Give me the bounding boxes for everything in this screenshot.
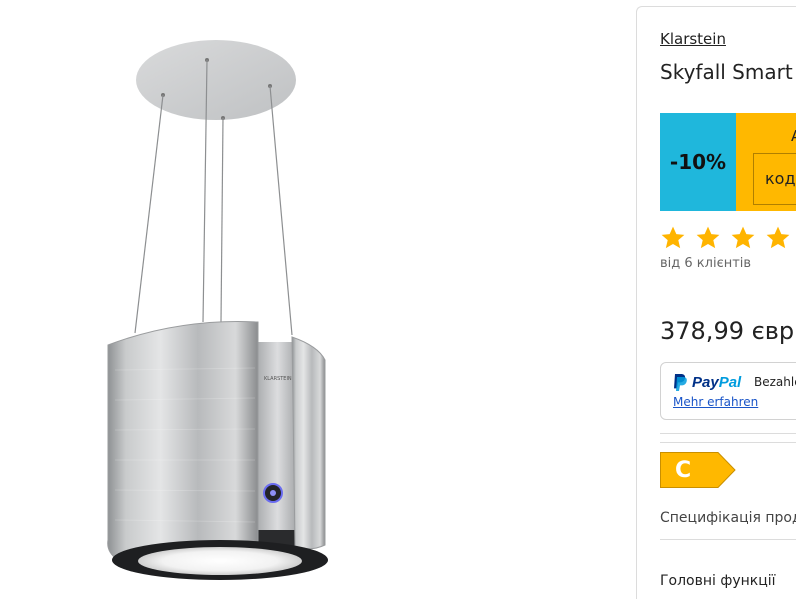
product-image[interactable]: KLARSTEIN (0, 0, 636, 599)
price: 378,99 євр (660, 317, 795, 345)
led-light (138, 547, 302, 575)
promo-block: А код (736, 113, 796, 211)
divider (660, 539, 796, 540)
star-icon (661, 226, 685, 249)
star-icon (731, 226, 755, 249)
brand-link[interactable]: Klarstein (660, 30, 726, 48)
product-title: Skyfall Smart (660, 60, 793, 84)
energy-arrow-icon (660, 452, 736, 488)
product-info-panel: Klarstein Skyfall Smart -10% А код від 6… (636, 6, 796, 599)
brand-imprint: KLARSTEIN (264, 376, 292, 382)
page: KLARSTEIN Klarstein Skyfall Smart -10% к… (0, 0, 796, 599)
paypal-learn-more-link[interactable]: Mehr erfahren (673, 395, 758, 409)
range-hood-illustration: KLARSTEIN (107, 40, 328, 580)
promo-code-box[interactable]: код (753, 153, 796, 205)
discount-badge: -10% (660, 113, 736, 211)
paypal-wordmark: PayPal (692, 373, 742, 391)
divider (660, 433, 796, 434)
star-icon (696, 226, 720, 249)
promo-top-text: А (791, 127, 796, 145)
paypal-logo: PayPal (672, 373, 741, 391)
energy-class-label[interactable]: C (660, 452, 736, 492)
paypal-text: Bezahle (754, 375, 796, 389)
star-rating[interactable] (660, 225, 791, 251)
paypal-icon (674, 374, 687, 391)
energy-class-letter: C (675, 458, 692, 483)
specification-text[interactable]: Специфікація прод (660, 510, 796, 526)
paypal-box: PayPal Bezahle Mehr erfahren (660, 362, 796, 420)
star-icon (766, 226, 790, 249)
main-features-heading[interactable]: Головні функції (660, 573, 776, 589)
reviews-count[interactable]: від 6 клієнтів (660, 256, 751, 271)
divider (660, 442, 796, 443)
